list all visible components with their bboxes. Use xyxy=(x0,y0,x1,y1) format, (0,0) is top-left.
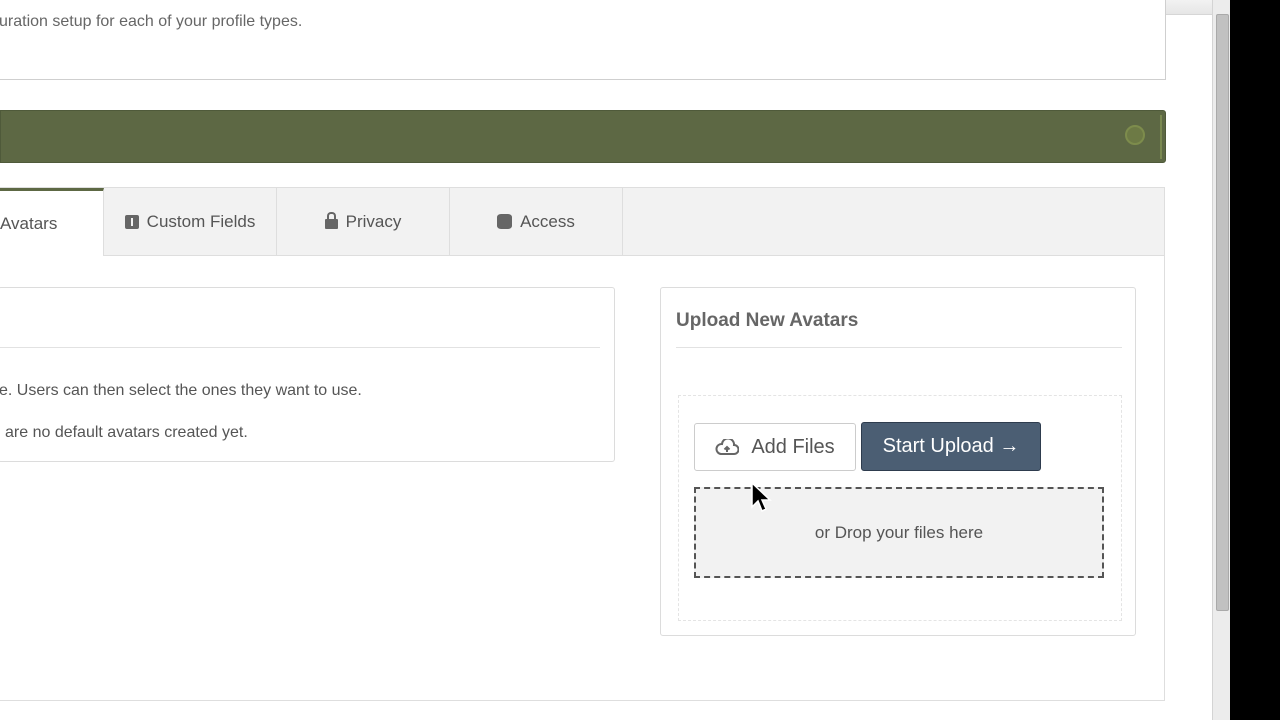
toggle-knob-icon[interactable] xyxy=(1125,125,1145,145)
add-files-button[interactable]: Add Files xyxy=(694,423,856,471)
cloud-upload-icon xyxy=(715,439,740,455)
scrollbar-thumb[interactable] xyxy=(1216,14,1229,611)
tab-access-label: Access xyxy=(520,211,575,231)
tab-avatars[interactable]: Avatars xyxy=(0,188,104,256)
tab-strip: Avatars Custom Fields Privacy Access xyxy=(0,188,1164,256)
drop-area-text: or Drop your files here xyxy=(814,522,984,542)
mouse-cursor-icon xyxy=(751,482,772,513)
start-upload-button[interactable]: Start Upload → xyxy=(861,422,1041,471)
section-header-bar xyxy=(0,110,1166,163)
description-text: uration setup for each of your profile t… xyxy=(0,13,303,30)
no-avatars-text: are no default avatars created yet. xyxy=(5,424,248,441)
description-box: uration setup for each of your profile t… xyxy=(0,0,1166,80)
tab-custom-fields-label: Custom Fields xyxy=(146,211,256,231)
upload-avatars-card: Upload New Avatars Add Files Start Uploa… xyxy=(660,287,1136,636)
lock-icon xyxy=(324,212,338,229)
info-icon xyxy=(124,214,139,229)
upload-title: Upload New Avatars xyxy=(676,310,859,331)
tab-privacy[interactable]: Privacy xyxy=(277,188,450,255)
add-files-label: Add Files xyxy=(751,435,835,458)
screen-edge xyxy=(1230,0,1280,720)
avatars-info-text: e. Users can then select the ones they w… xyxy=(0,382,362,399)
tab-privacy-label: Privacy xyxy=(345,211,402,231)
default-avatars-card: e. Users can then select the ones they w… xyxy=(0,287,615,462)
tab-avatars-label: Avatars xyxy=(0,213,58,233)
vertical-scrollbar[interactable] xyxy=(1212,0,1231,720)
tab-custom-fields[interactable]: Custom Fields xyxy=(104,188,277,255)
header-bar-edge xyxy=(1160,115,1162,159)
upload-divider xyxy=(676,347,1122,348)
card-divider xyxy=(0,347,600,348)
database-icon xyxy=(497,214,513,229)
tab-access[interactable]: Access xyxy=(450,188,623,255)
